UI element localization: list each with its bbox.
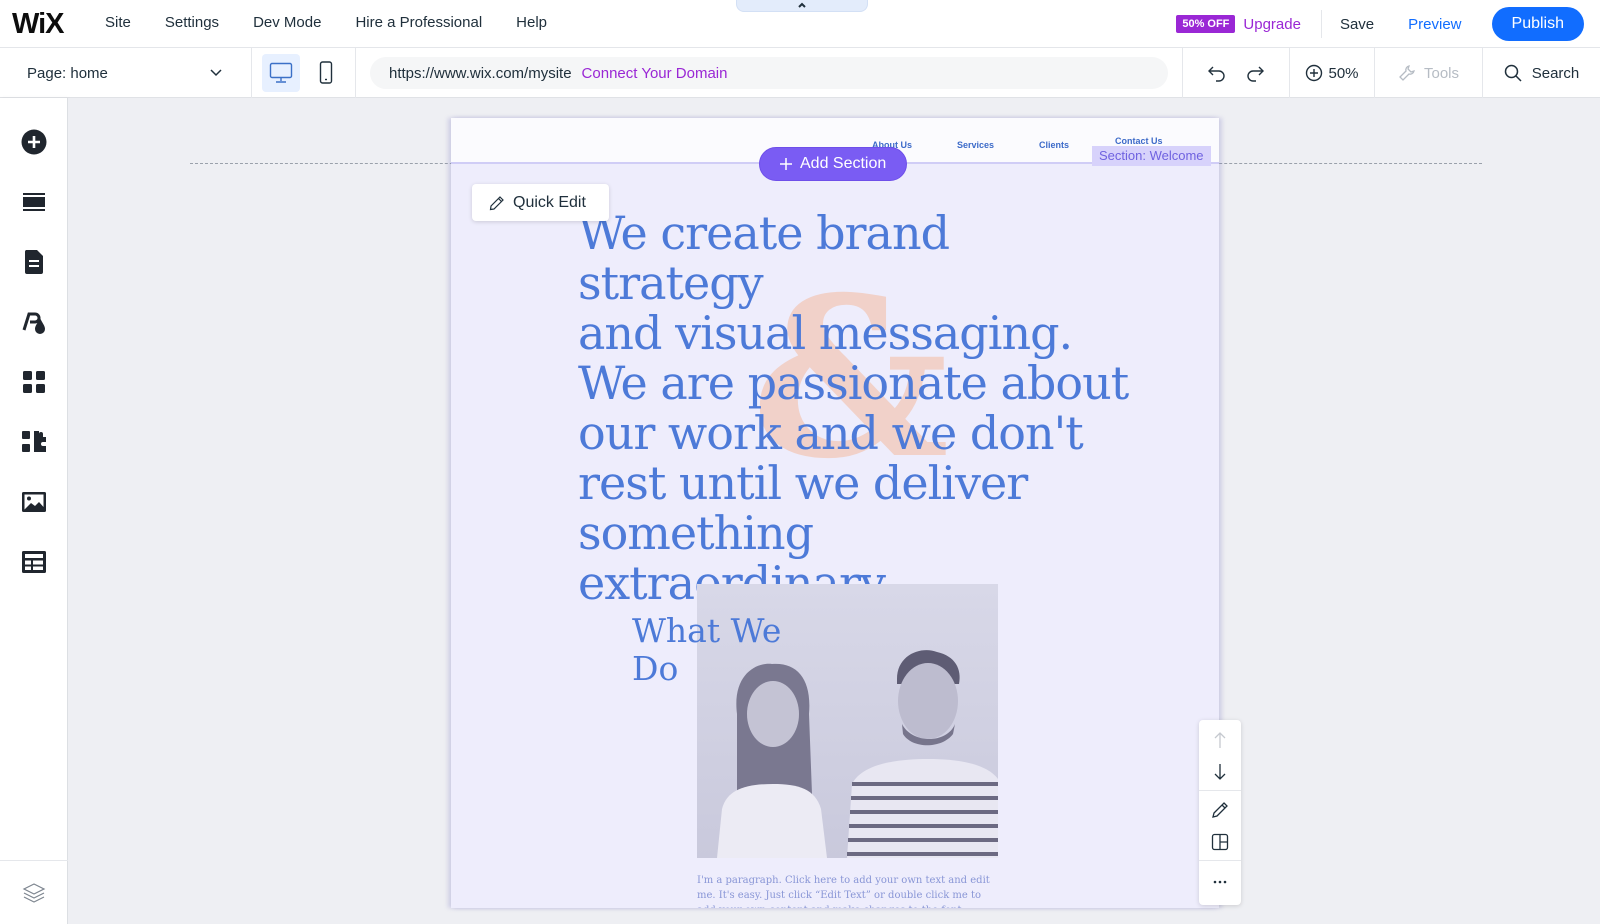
menu-help[interactable]: Help (516, 14, 547, 31)
layout-icon (1211, 833, 1229, 851)
mobile-view-button[interactable] (307, 54, 345, 92)
zoom-in-icon (1306, 64, 1323, 82)
hero-heading[interactable]: We create brand strategy and visual mess… (578, 208, 1138, 608)
device-switcher (253, 48, 356, 98)
undo-icon (1208, 66, 1225, 82)
cms-button[interactable] (20, 548, 48, 576)
theme-icon (22, 312, 45, 334)
quick-edit-button[interactable]: Quick Edit (472, 184, 609, 221)
site-nav-services[interactable]: Services (957, 140, 994, 150)
page-selector[interactable]: Page: home (0, 48, 252, 98)
more-actions-button[interactable] (1208, 870, 1232, 894)
add-apps-button[interactable] (20, 368, 48, 396)
hero-line: and visual messaging. (578, 306, 1073, 360)
section-label[interactable]: Section: Welcome (1092, 146, 1211, 166)
what-we-do-heading[interactable]: What We Do (632, 612, 781, 688)
menu-dev-mode[interactable]: Dev Mode (253, 14, 321, 31)
search-button[interactable]: Search (1483, 48, 1600, 98)
collapse-toolbar-button[interactable] (736, 0, 868, 12)
business-tools-button[interactable] (20, 428, 48, 456)
menu-hire-professional[interactable]: Hire a Professional (355, 14, 482, 31)
site-design-button[interactable] (20, 308, 48, 336)
hero-line: rest until we deliver (578, 456, 1028, 510)
add-section-button[interactable]: Add Section (759, 147, 908, 181)
tools-button[interactable]: Tools (1375, 48, 1483, 98)
paragraph-text[interactable]: I'm a paragraph. Click here to add your … (697, 873, 997, 908)
layers-button[interactable] (0, 860, 68, 924)
move-down-button[interactable] (1208, 760, 1232, 784)
hero-line: We are passionate about (578, 356, 1129, 410)
image-icon (22, 492, 46, 512)
plus-circle-icon (21, 129, 47, 155)
plus-icon (780, 158, 792, 170)
publish-button[interactable]: Publish (1491, 7, 1584, 41)
apps-grid-icon (23, 371, 45, 393)
undo-button[interactable] (1207, 64, 1227, 82)
layers-icon (22, 882, 46, 903)
upgrade-link[interactable]: Upgrade (1243, 16, 1301, 33)
search-label: Search (1531, 64, 1580, 82)
zoom-level: 50% (1328, 64, 1359, 82)
sections-icon (23, 193, 45, 211)
toolbar-divider (1199, 860, 1241, 861)
add-section-sidebar-button[interactable] (20, 188, 48, 216)
mobile-icon (319, 61, 333, 84)
media-button[interactable] (20, 488, 48, 516)
section-actions-toolbar (1199, 720, 1241, 905)
pencil-icon (1212, 802, 1228, 818)
menu-settings[interactable]: Settings (165, 14, 219, 31)
wix-logo[interactable]: WiX (12, 8, 65, 41)
pages-menu-button[interactable] (20, 248, 48, 276)
divider (1320, 10, 1322, 38)
menu-site[interactable]: Site (105, 14, 131, 31)
wrench-icon (1399, 65, 1415, 81)
hero-line: We create brand strategy (578, 206, 950, 310)
site-nav-contact[interactable]: Contact Us (1115, 136, 1163, 146)
table-icon (22, 551, 46, 573)
pencil-icon (489, 195, 504, 210)
quick-edit-label: Quick Edit (513, 193, 586, 211)
desktop-icon (269, 62, 293, 83)
site-nav-clients[interactable]: Clients (1039, 140, 1069, 150)
what-we-do-line: Do (632, 649, 679, 688)
desktop-view-button[interactable] (262, 54, 300, 92)
search-icon (1504, 64, 1522, 82)
section-layout-button[interactable] (1208, 830, 1232, 854)
site-url: https://www.wix.com/mysite (389, 64, 572, 82)
add-elements-button[interactable] (20, 128, 48, 156)
edit-section-button[interactable] (1208, 798, 1232, 822)
redo-button[interactable] (1245, 64, 1265, 82)
top-actions: 50% OFF Upgrade Save Preview Publish (1176, 6, 1584, 42)
hero-line: our work and we don't (578, 406, 1084, 460)
undo-redo-group (1182, 48, 1290, 98)
move-up-button[interactable] (1208, 728, 1232, 752)
zoom-button[interactable]: 50% (1290, 48, 1375, 98)
discount-badge[interactable]: 50% OFF (1176, 15, 1236, 33)
add-section-label: Add Section (800, 155, 887, 172)
editor-toolbar: Page: home https://www.wix.com/mysite Co… (0, 48, 1600, 98)
site-preview[interactable]: About Us Services Clients Contact Us Sec… (451, 118, 1219, 908)
left-sidebar (0, 98, 68, 924)
what-we-do-line: What We (632, 611, 782, 650)
toolbar-divider (1199, 790, 1241, 791)
tools-label: Tools (1423, 64, 1460, 82)
arrow-up-icon (1214, 732, 1226, 748)
puzzle-icon (22, 431, 46, 452)
more-icon (1213, 880, 1227, 884)
page-icon (24, 250, 43, 274)
top-bar: WiX Site Settings Dev Mode Hire a Profes… (0, 0, 1600, 48)
top-menu: Site Settings Dev Mode Hire a Profession… (105, 14, 581, 31)
arrow-down-icon (1214, 764, 1226, 780)
connect-domain-link[interactable]: Connect Your Domain (582, 65, 728, 82)
site-url-bar: https://www.wix.com/mysite Connect Your … (370, 57, 1168, 89)
page-selector-label: Page: home (27, 64, 108, 82)
save-button[interactable]: Save (1340, 16, 1374, 33)
chevron-up-icon (798, 2, 806, 8)
preview-button[interactable]: Preview (1408, 16, 1461, 33)
redo-icon (1247, 66, 1264, 82)
chevron-down-icon (210, 69, 222, 77)
